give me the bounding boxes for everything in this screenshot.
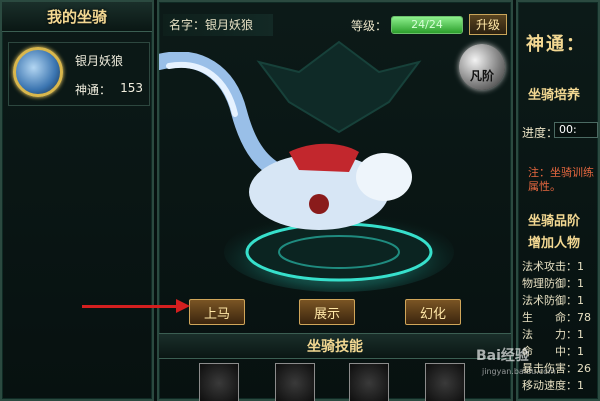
stat-row: 生 命：78 [522, 311, 591, 324]
mount-power-label: 神通： [75, 83, 112, 97]
mount-list-item[interactable]: 银月妖狼 神通： 153 [8, 42, 150, 106]
mount-name: 银月妖狼 [75, 54, 124, 68]
power-title: 神通： [526, 34, 586, 55]
skill-slot-1-icon[interactable] [199, 363, 239, 401]
stat-row: 法术防御：1 [522, 294, 584, 307]
my-mounts-panel: 我的坐骑 银月妖狼 神通： 153 [0, 0, 154, 401]
rank-section-title: 坐骑品阶 [528, 214, 581, 229]
mount-display-panel: 名字：银月妖狼 等级： 24/24 升级 凡阶 上马 展示 幻化 坐骑技能 [157, 0, 513, 401]
stat-row: 法术攻击：1 [522, 260, 584, 273]
stat-row: 法 力：1 [522, 328, 584, 341]
mount-up-button[interactable]: 上马 [189, 299, 245, 325]
watermark: Bai经验 [476, 348, 529, 364]
silver-moon-wolf-mount [159, 52, 412, 230]
rank-label: 凡阶 [469, 69, 494, 83]
skill-slot-3-icon[interactable] [349, 363, 389, 401]
stat-row: 移动速度：1 [522, 379, 584, 392]
transform-button[interactable]: 幻化 [405, 299, 461, 325]
mount-info-panel: 神通： 坐骑培养 进度： 00: 注：坐骑训练 属性。 坐骑品阶 增加人物 法术… [516, 0, 600, 401]
my-mounts-title: 我的坐骑 [2, 2, 152, 32]
stat-row: 命 中：1 [522, 345, 584, 358]
skill-slot-2-icon[interactable] [275, 363, 315, 401]
upgrade-button[interactable]: 升级 [469, 14, 507, 35]
skill-slot-4-icon[interactable] [425, 363, 465, 401]
add-attr-title: 增加人物 [528, 236, 581, 251]
train-section-title: 坐骑培养 [528, 88, 581, 103]
level-text: 24/24 [411, 18, 443, 31]
mount-power-value: 153 [120, 81, 143, 95]
rank-orb-icon: 凡阶 [459, 44, 505, 90]
stat-row: 物理防御：1 [522, 277, 584, 290]
mount-skills-title: 坐骑技能 [159, 333, 511, 359]
progress-label: 进度： [522, 126, 559, 140]
watermark-url: jingyan.baidu.com [482, 367, 556, 376]
show-button[interactable]: 展示 [299, 299, 355, 325]
wolf-avatar-icon [13, 47, 63, 97]
train-note-2: 属性。 [528, 180, 561, 193]
progress-value: 00: [554, 122, 598, 138]
